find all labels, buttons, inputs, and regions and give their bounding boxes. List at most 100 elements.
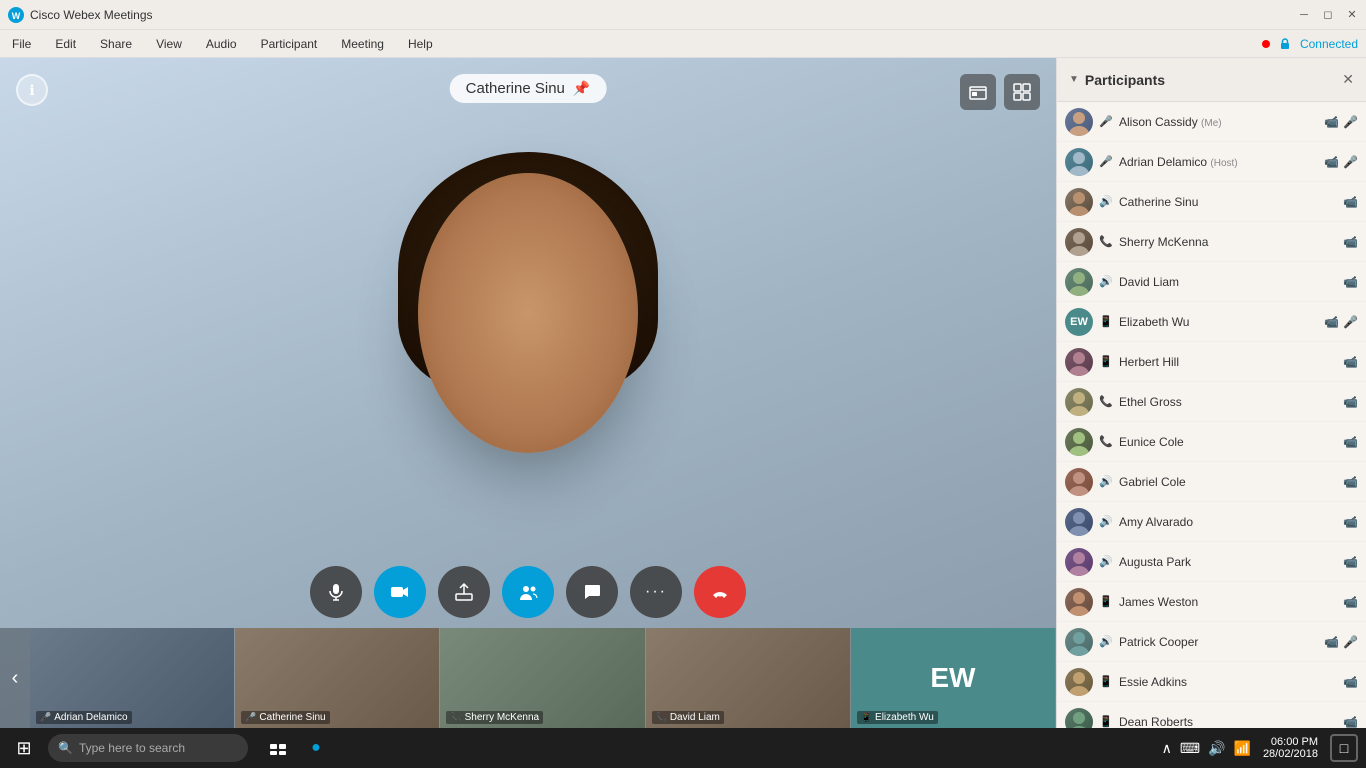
end-call-button[interactable] <box>694 566 746 618</box>
notification-button[interactable]: □ <box>1330 734 1358 762</box>
speaker-name-tag: Catherine Sinu 📌 <box>450 74 607 103</box>
video-icon[interactable]: 📹 <box>1324 635 1339 649</box>
mute-button[interactable] <box>310 566 362 618</box>
video-icon[interactable]: 📹 <box>1343 195 1358 209</box>
fullscreen-button[interactable] <box>960 74 996 110</box>
video-icon[interactable]: 📹 <box>1324 115 1339 129</box>
mic-icon[interactable]: 🎤 <box>1343 115 1358 129</box>
keyboard-icon[interactable]: ⌨ <box>1180 740 1200 757</box>
mic-muted-icon[interactable]: 🎤 <box>1343 315 1358 329</box>
participant-row[interactable]: EW 📱 Elizabeth Wu 📹 🎤 <box>1057 302 1366 342</box>
pin-icon[interactable]: 📌 <box>573 80 590 97</box>
tray-up-arrow[interactable]: ∧ <box>1162 740 1172 757</box>
participant-actions: 📹 <box>1343 555 1358 569</box>
more-button[interactable]: ··· <box>630 566 682 618</box>
collapse-icon[interactable]: ▼ <box>1069 74 1079 85</box>
thumbnail-1[interactable]: 🎤 Adrian Delamico <box>30 628 235 728</box>
menu-view[interactable]: View <box>152 35 186 53</box>
participant-row[interactable]: 🔊 David Liam 📹 <box>1057 262 1366 302</box>
info-button[interactable]: ℹ <box>16 74 48 106</box>
mic-muted-icon[interactable]: 🎤 <box>1343 635 1358 649</box>
thumbnail-5[interactable]: EW 📱 Elizabeth Wu <box>851 628 1056 728</box>
video-icon[interactable]: 📹 <box>1343 355 1358 369</box>
participant-actions: 📹 🎤 <box>1324 635 1358 649</box>
participant-actions: 📹 🎤 <box>1324 155 1358 169</box>
participant-row[interactable]: 📞 Sherry McKenna 📹 <box>1057 222 1366 262</box>
status-icon: 📞 <box>1099 395 1113 408</box>
chat-button[interactable] <box>566 566 618 618</box>
menu-meeting[interactable]: Meeting <box>337 35 388 53</box>
participant-row[interactable]: 🔊 Catherine Sinu 📹 <box>1057 182 1366 222</box>
menu-edit[interactable]: Edit <box>51 35 80 53</box>
avatar <box>1065 228 1093 256</box>
minimize-button[interactable]: ─ <box>1298 9 1310 21</box>
close-button[interactable]: ✕ <box>1346 9 1358 21</box>
webex-taskbar-icon[interactable]: ● <box>302 734 330 762</box>
menu-participant[interactable]: Participant <box>257 35 322 53</box>
participant-row[interactable]: 📱 James Weston 📹 <box>1057 582 1366 622</box>
panel-title-text: Participants <box>1085 72 1165 88</box>
participant-row[interactable]: 📱 Dean Roberts 📹 <box>1057 702 1366 728</box>
video-button[interactable] <box>374 566 426 618</box>
participant-actions: 📹 <box>1343 275 1358 289</box>
participant-row[interactable]: 📞 Eunice Cole 📹 <box>1057 422 1366 462</box>
video-icon[interactable]: 📹 <box>1343 475 1358 489</box>
panel-header: ▼ Participants ✕ <box>1057 58 1366 102</box>
video-icon[interactable]: 📹 <box>1343 555 1358 569</box>
panel-close-button[interactable]: ✕ <box>1342 71 1354 88</box>
participant-row[interactable]: 🔊 Amy Alvarado 📹 <box>1057 502 1366 542</box>
layout-button[interactable] <box>1004 74 1040 110</box>
app-title: Cisco Webex Meetings <box>30 8 153 22</box>
thumb-nav-left[interactable]: ‹ <box>0 628 30 728</box>
thumb-name-4: 📞 David Liam <box>652 711 724 724</box>
clock-time: 06:00 PM <box>1263 736 1318 748</box>
video-icon[interactable]: 📹 <box>1324 155 1339 169</box>
participant-row[interactable]: 🎤 Adrian Delamico (Host) 📹 🎤 <box>1057 142 1366 182</box>
menu-file[interactable]: File <box>8 35 35 53</box>
menu-share[interactable]: Share <box>96 35 136 53</box>
network-icon[interactable]: 📶 <box>1234 740 1251 757</box>
video-icon[interactable]: 📹 <box>1343 515 1358 529</box>
taskbar: ⊞ 🔍 Type here to search ● ∧ ⌨ 🔊 📶 06:00 … <box>0 728 1366 768</box>
video-icon[interactable]: 📹 <box>1343 435 1358 449</box>
thumbnail-3[interactable]: 📞 Sherry McKenna <box>440 628 645 728</box>
share-button[interactable] <box>438 566 490 618</box>
restore-button[interactable]: ◻ <box>1322 9 1334 21</box>
thumb-mic-icon-5: 📱 <box>861 712 872 723</box>
status-icon: 🔊 <box>1099 475 1113 488</box>
participant-row[interactable]: 🔊 Patrick Cooper 📹 🎤 <box>1057 622 1366 662</box>
video-icon[interactable]: 📹 <box>1343 675 1358 689</box>
participant-row[interactable]: 📞 Ethel Gross 📹 <box>1057 382 1366 422</box>
video-icon[interactable]: 📹 <box>1343 395 1358 409</box>
video-icon[interactable]: 📹 <box>1343 235 1358 249</box>
task-view-button[interactable] <box>264 734 292 762</box>
status-icon: 🔊 <box>1099 555 1113 568</box>
participant-row[interactable]: 📱 Essie Adkins 📹 <box>1057 662 1366 702</box>
video-icon[interactable]: 📹 <box>1343 275 1358 289</box>
participant-name: Essie Adkins <box>1119 675 1337 689</box>
video-icon[interactable]: 📹 <box>1343 595 1358 609</box>
video-icon[interactable]: 📹 <box>1324 315 1339 329</box>
thumbnail-strip: ‹ 🎤 Adrian Delamico 🎤 Catherine Sinu <box>0 628 1056 728</box>
status-icon: 📱 <box>1099 595 1113 608</box>
thumbnail-4[interactable]: 📞 David Liam <box>646 628 851 728</box>
thumbnail-2[interactable]: 🎤 Catherine Sinu <box>235 628 440 728</box>
participant-actions: 📹 <box>1343 515 1358 529</box>
system-tray: ∧ ⌨ 🔊 📶 <box>1162 740 1251 757</box>
start-button[interactable]: ⊞ <box>8 732 40 764</box>
avatar <box>1065 468 1093 496</box>
participant-row[interactable]: 🔊 Gabriel Cole 📹 <box>1057 462 1366 502</box>
participant-row[interactable]: 🔊 Augusta Park 📹 <box>1057 542 1366 582</box>
menu-audio[interactable]: Audio <box>202 35 241 53</box>
video-icon[interactable]: 📹 <box>1343 715 1358 729</box>
search-box[interactable]: 🔍 Type here to search <box>48 734 248 762</box>
participants-button[interactable] <box>502 566 554 618</box>
mic-muted-icon[interactable]: 🎤 <box>1343 155 1358 169</box>
menu-help[interactable]: Help <box>404 35 437 53</box>
participant-row[interactable]: 📱 Herbert Hill 📹 <box>1057 342 1366 382</box>
participant-row[interactable]: 🎤 Alison Cassidy (Me) 📹 🎤 <box>1057 102 1366 142</box>
participant-actions: 📹 <box>1343 675 1358 689</box>
svg-text:W: W <box>12 11 21 21</box>
speaker-icon[interactable]: 🔊 <box>1208 740 1225 757</box>
thumb-mic-icon-1: 🎤 <box>40 712 51 723</box>
